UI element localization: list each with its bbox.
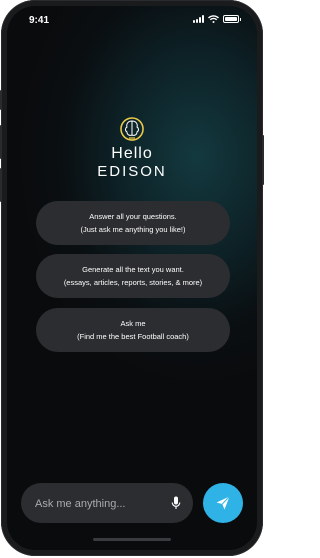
send-icon xyxy=(216,496,230,510)
suggestion-generate-text[interactable]: Generate all the text you want. (essays,… xyxy=(36,254,230,298)
status-icons xyxy=(193,15,241,23)
status-time: 9:41 xyxy=(29,15,50,26)
suggestion-title: Generate all the text you want. xyxy=(82,265,184,274)
signal-icon xyxy=(193,15,204,23)
battery-tip xyxy=(240,17,241,21)
message-input[interactable] xyxy=(33,483,167,525)
suggestion-title: Ask me xyxy=(120,319,146,328)
message-composer xyxy=(21,483,193,525)
phone-frame: 9:41 Hello EDISON Answer all your questi… xyxy=(0,0,264,556)
power-button xyxy=(262,135,264,185)
volume-up-button xyxy=(0,125,2,159)
microphone-icon[interactable] xyxy=(171,496,181,510)
wifi-icon xyxy=(208,15,219,23)
greeting-hello: Hello xyxy=(111,145,153,162)
status-bar: 9:41 xyxy=(7,6,257,34)
send-button[interactable] xyxy=(203,483,243,523)
app-screen: 9:41 Hello EDISON Answer all your questi… xyxy=(7,6,257,550)
suggestion-ask-me[interactable]: Ask me (Find me the best Football coach) xyxy=(36,308,230,352)
brand-name: EDISON xyxy=(97,163,167,180)
home-indicator xyxy=(93,538,171,541)
suggestion-subtitle: (Just ask me anything you like!) xyxy=(80,225,186,234)
suggestion-subtitle: (essays, articles, reports, stories, & m… xyxy=(63,278,203,287)
volume-down-button xyxy=(0,168,2,202)
battery-icon xyxy=(223,15,239,23)
suggestion-subtitle: (Find me the best Football coach) xyxy=(77,332,189,341)
mute-switch xyxy=(0,90,2,110)
suggestion-title: Answer all your questions. xyxy=(89,212,177,221)
suggestion-answer-questions[interactable]: Answer all your questions. (Just ask me … xyxy=(36,201,230,245)
brain-bulb-icon xyxy=(120,117,144,141)
